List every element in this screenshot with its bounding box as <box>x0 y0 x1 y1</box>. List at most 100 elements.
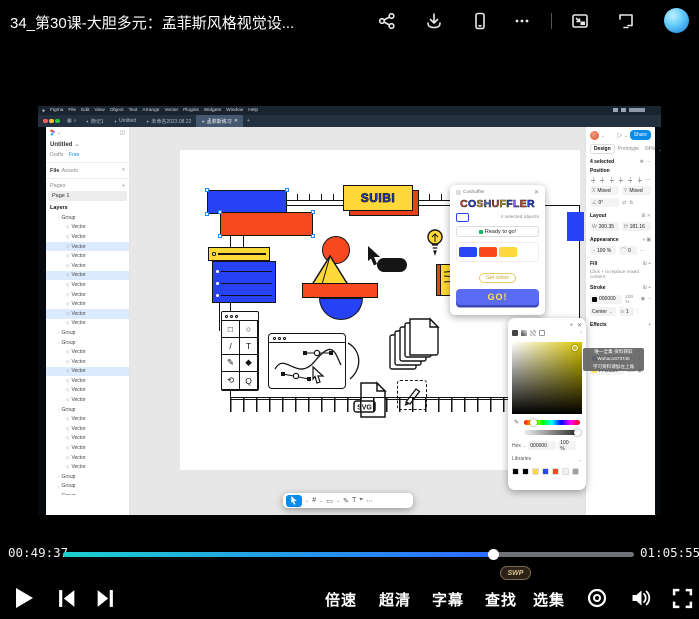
fullscreen-icon[interactable] <box>672 588 693 609</box>
sidebar-tab-file: File <box>50 168 59 174</box>
bottom-ruler <box>230 397 535 412</box>
rotation-field: ∠0° <box>590 198 619 207</box>
color-gradient-field <box>512 342 582 414</box>
color-swatch[interactable] <box>532 468 539 475</box>
home-icon: ▦ <box>67 118 72 124</box>
pip-icon[interactable] <box>570 11 590 31</box>
zoom-level: 64% <box>645 146 655 152</box>
quality-button[interactable]: 超清 <box>379 589 411 610</box>
layer-row: ›Group <box>46 491 129 495</box>
progress-thumb[interactable] <box>488 549 499 560</box>
mobile-icon[interactable] <box>470 11 490 31</box>
figma-logo-icon <box>50 129 55 137</box>
video-content-figma[interactable]: ● FigmaFileEditViewObjectTextArrangeVect… <box>38 106 661 515</box>
add-fill-icon: ⊞ + <box>643 261 652 267</box>
color-swatch[interactable] <box>512 468 519 475</box>
layer-row: ◇Vector <box>46 223 129 233</box>
zoom-traffic-light <box>55 119 60 124</box>
fill-label: Fill <box>590 261 597 267</box>
position-label: Position <box>590 168 610 174</box>
subtitle-button[interactable]: 字幕 <box>432 589 464 610</box>
lightbulb-icon <box>426 228 444 258</box>
chevron-icon: ‹ <box>580 330 582 336</box>
present-icon: ▷ <box>618 132 623 139</box>
hue-slider <box>524 420 580 425</box>
close-traffic-light <box>43 119 48 124</box>
layer-row: ›Group <box>46 338 129 348</box>
layer-row: ◇Vector <box>46 271 129 281</box>
layer-row: ◇Vector <box>46 443 129 453</box>
color-picker-panel: +✕ ‹ ✎ Hex⌄ 000 <box>508 318 586 490</box>
menu-help: Help <box>248 108 258 113</box>
share-icon[interactable] <box>377 11 397 31</box>
menu-widgets: Widgets <box>204 108 221 113</box>
add-effect-icon: + <box>648 322 651 328</box>
tab-design: Design <box>590 144 615 154</box>
plugin-logo: COSHUFFLER <box>456 198 539 210</box>
toolbox-glyph: ◆ <box>240 355 258 373</box>
minimize-traffic-light <box>49 119 54 124</box>
corner-radius-field: ⌒0 <box>619 246 637 255</box>
danmaku-settings-icon[interactable] <box>586 587 608 609</box>
episodes-button[interactable]: 选集 <box>533 589 565 610</box>
avatar[interactable] <box>664 8 689 33</box>
opacity-input[interactable]: 100 % <box>558 441 576 450</box>
flip-vertical-icon: ⇅ <box>629 200 633 206</box>
share-button: Share <box>630 130 651 140</box>
layer-row: ◇Vector <box>46 357 129 367</box>
figma-menubar: ● FigmaFileEditViewObjectTextArrangeVect… <box>38 106 661 115</box>
alpha-thumb <box>574 429 581 436</box>
progress-track[interactable] <box>63 552 634 557</box>
comment-tool: ❞ <box>359 497 363 505</box>
remove-icon: − <box>648 296 651 302</box>
volume-icon[interactable] <box>629 587 652 609</box>
search-icon: ⌕ <box>74 118 77 124</box>
close-icon: ✕ <box>534 189 539 196</box>
library-dropdown[interactable]: Libraries <box>512 456 531 462</box>
orange-bar <box>302 283 378 298</box>
speed-button[interactable]: 倍速 <box>325 589 357 610</box>
go-button: GO! <box>456 289 539 305</box>
stroke-weight-field: ≡1 <box>619 307 634 316</box>
plugin-icon <box>456 190 461 195</box>
effects-label: Effects <box>590 322 607 328</box>
orange-rectangle <box>220 212 313 236</box>
solid-paint-icon <box>512 330 518 336</box>
cast-icon[interactable] <box>616 11 636 31</box>
download-icon[interactable] <box>424 11 444 31</box>
next-button[interactable] <box>94 588 116 609</box>
color-swatch[interactable] <box>542 468 549 475</box>
height-field: H181.16 <box>622 222 651 231</box>
find-button[interactable]: 查找 <box>485 589 517 610</box>
topbar-divider <box>551 13 552 29</box>
total-time: 01:05:55 <box>640 545 699 560</box>
figma-right-panel: ⌄ ▷ ⌄ Share Design Prototype 64%⌄ 4 sele… <box>585 127 655 515</box>
video-player: 34_第30课-大胆多元：孟菲斯风格视觉设... ● FigmaFileEdit… <box>0 0 699 619</box>
frame-tool: # <box>312 497 316 504</box>
color-swatch[interactable] <box>552 468 559 475</box>
ready-button: Ready to go! <box>456 226 539 237</box>
color-swatch[interactable] <box>522 468 529 475</box>
bezier-curve <box>269 343 345 387</box>
close-tab-icon: ✕ <box>234 118 238 124</box>
palette-swatch <box>499 247 517 257</box>
move-tool <box>286 495 302 507</box>
figma-tab: ✦Untitled <box>109 115 141 127</box>
layer-row: ◇Vector <box>46 424 129 434</box>
width-field: W300.35 <box>590 222 619 231</box>
text-tool: T <box>352 497 356 504</box>
color-swatch[interactable] <box>562 468 569 475</box>
window-right-edge <box>655 127 661 515</box>
menu-vector: Vector <box>164 108 178 113</box>
previous-button[interactable] <box>56 588 78 609</box>
menu-plugins: Plugins <box>183 108 199 113</box>
color-swatch[interactable] <box>572 468 579 475</box>
play-button[interactable] <box>16 588 33 608</box>
layer-row: ◇Vector <box>46 319 129 329</box>
hex-input[interactable]: 000000 <box>528 441 556 450</box>
control-bar: 00:49:37 01:05:55 SWP 倍速 超清 字幕 查找 选集 <box>0 540 699 619</box>
menu-object: Object <box>110 108 124 113</box>
layer-row: ›Group <box>46 472 129 482</box>
blue-swatch-canvas <box>567 212 584 241</box>
more-icon[interactable] <box>512 11 532 31</box>
